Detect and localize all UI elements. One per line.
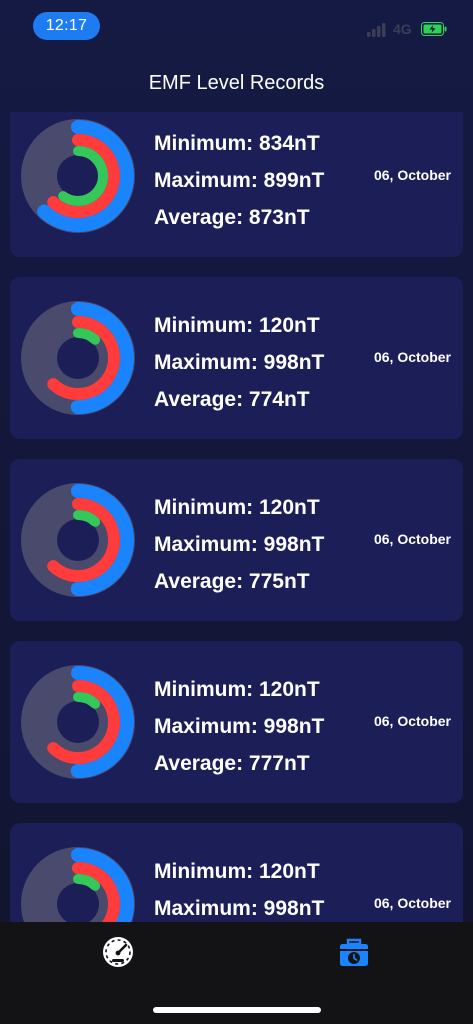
stat-minimum: Minimum: 120nT: [154, 860, 320, 883]
stat-maximum: Maximum: 998nT: [154, 897, 325, 920]
record-stats: Minimum: 120nT Maximum: 998nT: [154, 853, 324, 922]
emf-rings-chart: [21, 665, 135, 779]
emf-rings-chart: [21, 119, 135, 233]
network-type: 4G: [393, 21, 412, 37]
record-date: 06, October: [373, 531, 451, 547]
records-list[interactable]: Minimum: 834nT Maximum: 899nT Average: 873…: [0, 112, 473, 922]
record-stats: Minimum: 120nT Maximum: 998nT Average: 777…: [154, 671, 324, 782]
status-time[interactable]: 12:17: [33, 12, 100, 40]
stat-minimum: Minimum: 120nT: [154, 678, 320, 701]
record-date: 06, October: [373, 713, 451, 729]
stat-average: Average: 873nT: [154, 206, 310, 229]
stat-maximum: Maximum: 998nT: [154, 533, 325, 556]
tab-bar: [0, 922, 473, 1024]
record-stats: Minimum: 834nT Maximum: 899nT Average: 873…: [154, 125, 324, 236]
record-card[interactable]: Minimum: 120nT Maximum: 998nT Average: 775…: [10, 459, 463, 621]
record-stats: Minimum: 120nT Maximum: 998nT Average: 775…: [154, 489, 324, 600]
gauge-icon: [103, 937, 133, 967]
stat-minimum: Minimum: 120nT: [154, 314, 320, 337]
stat-maximum: Maximum: 998nT: [154, 351, 325, 374]
records-icon: [340, 938, 368, 966]
record-card[interactable]: Minimum: 834nT Maximum: 899nT Average: 873…: [10, 112, 463, 257]
stat-average: Average: 774nT: [154, 388, 310, 411]
cellular-signal-icon: [367, 23, 386, 37]
battery-charging-icon: [421, 22, 447, 36]
emf-rings-chart: [21, 301, 135, 415]
record-card[interactable]: Minimum: 120nT Maximum: 998nT Average: 777…: [10, 641, 463, 803]
stat-maximum: Maximum: 998nT: [154, 715, 325, 738]
record-stats: Minimum: 120nT Maximum: 998nT Average: 774…: [154, 307, 324, 418]
emf-rings-chart: [21, 847, 135, 922]
emf-rings-chart: [21, 483, 135, 597]
stat-minimum: Minimum: 834nT: [154, 132, 320, 155]
tab-meter[interactable]: [100, 934, 136, 970]
status-bar: 12:17 4G: [0, 0, 473, 54]
page-title: EMF Level Records: [148, 72, 325, 94]
record-date: 06, October: [373, 167, 451, 183]
stat-average: Average: 775nT: [154, 570, 310, 593]
stat-average: Average: 777nT: [154, 752, 310, 775]
record-date: 06, October: [373, 349, 451, 365]
record-card[interactable]: Minimum: 120nT Maximum: 998nT 06, October: [10, 823, 463, 922]
stat-maximum: Maximum: 899nT: [154, 169, 325, 192]
record-date: 06, October: [373, 895, 451, 911]
record-card[interactable]: Minimum: 120nT Maximum: 998nT Average: 774…: [10, 277, 463, 439]
tab-records[interactable]: [336, 934, 372, 970]
stat-minimum: Minimum: 120nT: [154, 496, 320, 519]
home-indicator[interactable]: [153, 1007, 321, 1013]
